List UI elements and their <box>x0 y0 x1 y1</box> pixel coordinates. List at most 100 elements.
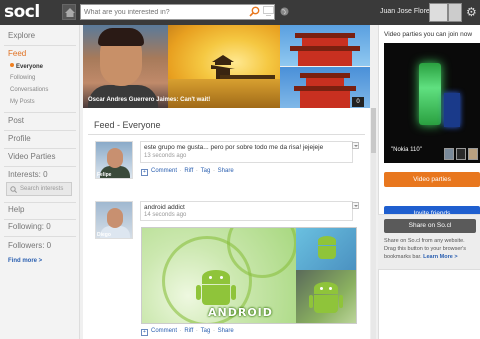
post-text: android addict <box>144 204 185 211</box>
sidebar-subitem-conversations[interactable]: Conversations <box>10 87 48 93</box>
left-sidebar: Explore Feed Everyone Following Conversa… <box>0 25 80 339</box>
sidebar-item-video-parties[interactable]: Video Parties <box>8 152 55 161</box>
divider <box>4 236 76 237</box>
video-parties-heading: Video parties you can join now <box>384 31 473 38</box>
feed-scrollbar[interactable] <box>371 108 376 339</box>
photo-water <box>168 79 280 108</box>
hero-strip[interactable]: Oscar Andres Guerrero Jaimes: Can't wait… <box>83 25 370 108</box>
hero-caption[interactable]: Oscar Andres Guerrero Jaimes: Can't wait… <box>88 97 210 103</box>
search-box[interactable] <box>80 4 275 20</box>
divider <box>88 134 365 135</box>
robot-arm <box>231 285 236 300</box>
android-tile-green <box>296 270 356 323</box>
participant-avatar[interactable] <box>468 148 478 160</box>
sidebar-item-help[interactable]: Help <box>8 205 24 214</box>
post-image-android[interactable]: ANDROID <box>141 227 357 324</box>
video-party-title[interactable]: "Nokia 110" <box>391 147 422 153</box>
find-more-link[interactable]: Find more > <box>8 258 42 264</box>
android-wordmark: ANDROID <box>208 306 273 319</box>
tag-link[interactable]: Tag <box>201 328 211 334</box>
robot-body <box>314 295 338 313</box>
robot-eye <box>209 276 212 279</box>
hero-photo-pagoda[interactable] <box>168 25 280 108</box>
learn-more-link[interactable]: Learn More > <box>423 254 457 260</box>
home-icon <box>65 8 75 17</box>
sidebar-item-explore[interactable]: Explore <box>8 31 35 40</box>
plus-icon[interactable]: + <box>141 169 148 176</box>
home-button[interactable] <box>62 4 76 20</box>
temple-wall <box>306 78 344 86</box>
notifications-badge[interactable] <box>448 3 462 22</box>
monitor-icon[interactable] <box>263 6 274 16</box>
search-input[interactable] <box>84 7 244 18</box>
sidebar-subitem-my-posts[interactable]: My Posts <box>10 99 35 105</box>
sidebar-item-interests[interactable]: Interests: 0 <box>8 170 48 179</box>
separator: · <box>211 168 217 174</box>
sidebar-item-feed[interactable]: Feed <box>8 49 26 58</box>
hero-photo-temple[interactable] <box>280 25 370 108</box>
temple-photo-top <box>280 25 370 66</box>
globe-icon[interactable] <box>280 7 289 16</box>
top-bar: socl Juan Jose Flores ⚙ <box>0 0 480 25</box>
robot-head <box>314 282 338 294</box>
comment-link[interactable]: Comment <box>151 168 177 174</box>
search-interests-placeholder: Search interests <box>20 186 64 192</box>
post-author-name[interactable]: Diego <box>97 232 111 238</box>
sidebar-item-profile[interactable]: Profile <box>8 134 31 143</box>
separator: · <box>211 328 217 334</box>
divider <box>4 112 76 113</box>
photo-bridge <box>220 75 275 79</box>
share-on-socl-button[interactable]: Share on So.cl <box>384 219 476 233</box>
hero-comment-count[interactable]: 0 <box>352 97 364 107</box>
search-interests-field[interactable]: Search interests <box>6 182 72 196</box>
post-menu-button[interactable] <box>352 142 359 149</box>
divider <box>4 166 76 167</box>
tag-link[interactable]: Tag <box>201 168 211 174</box>
robot-body <box>202 285 230 305</box>
robot-arm <box>196 285 201 300</box>
video-party-preview[interactable]: "Nokia 110" <box>384 43 480 163</box>
sidebar-item-followers-count[interactable]: Followers: 0 <box>8 241 51 250</box>
right-column: Video parties you can join now "Nokia 11… <box>378 25 480 339</box>
post-menu-button[interactable] <box>352 202 359 209</box>
sidebar-item-following-count[interactable]: Following: 0 <box>8 222 51 231</box>
scrollbar-thumb[interactable] <box>371 108 376 153</box>
share-link[interactable]: Share <box>218 168 234 174</box>
separator: · <box>178 168 184 174</box>
hero-photo-person[interactable] <box>83 25 168 108</box>
share-bookmarklet-box: Share on So.cl Share on So.cl from any w… <box>378 214 480 270</box>
robot-eye <box>329 287 332 290</box>
share-description: Share on So.cl from any website. Drag th… <box>384 237 476 261</box>
post-timestamp[interactable]: 13 seconds ago <box>144 153 186 159</box>
sidebar-subitem-following[interactable]: Following <box>10 75 35 81</box>
riff-link[interactable]: Riff <box>184 328 193 334</box>
active-dot-icon <box>10 63 14 67</box>
post-author-name[interactable]: Felipe <box>97 172 111 178</box>
divider <box>4 45 76 46</box>
robot-arm <box>339 295 343 308</box>
robot-eye <box>220 276 223 279</box>
post-timestamp[interactable]: 14 seconds ago <box>144 212 186 218</box>
sidebar-item-post[interactable]: Post <box>8 116 24 125</box>
riff-link[interactable]: Riff <box>184 168 193 174</box>
post-author-avatar[interactable]: Diego <box>95 201 133 239</box>
comment-link[interactable]: Comment <box>151 328 177 334</box>
post-author-avatar[interactable]: Felipe <box>95 141 133 179</box>
divider <box>4 219 76 220</box>
participant-avatar[interactable] <box>456 148 466 160</box>
share-link[interactable]: Share <box>218 328 234 334</box>
video-parties-button[interactable]: Video parties <box>384 172 480 187</box>
photo-hair <box>98 28 144 46</box>
preview-blue-light <box>444 93 460 127</box>
sidebar-subitem-label: Everyone <box>16 64 44 70</box>
user-avatar[interactable] <box>429 3 448 22</box>
socl-logo[interactable]: socl <box>4 2 40 22</box>
participant-avatar[interactable] <box>444 148 454 160</box>
username-link[interactable]: Juan Jose Flores <box>380 8 433 15</box>
gear-icon[interactable]: ⚙ <box>466 6 477 18</box>
avatar-head <box>107 148 123 168</box>
search-icon[interactable] <box>249 6 260 17</box>
sidebar-subitem-everyone[interactable]: Everyone <box>10 63 43 70</box>
android-tile-blue <box>296 228 356 270</box>
plus-icon[interactable]: + <box>141 329 148 336</box>
